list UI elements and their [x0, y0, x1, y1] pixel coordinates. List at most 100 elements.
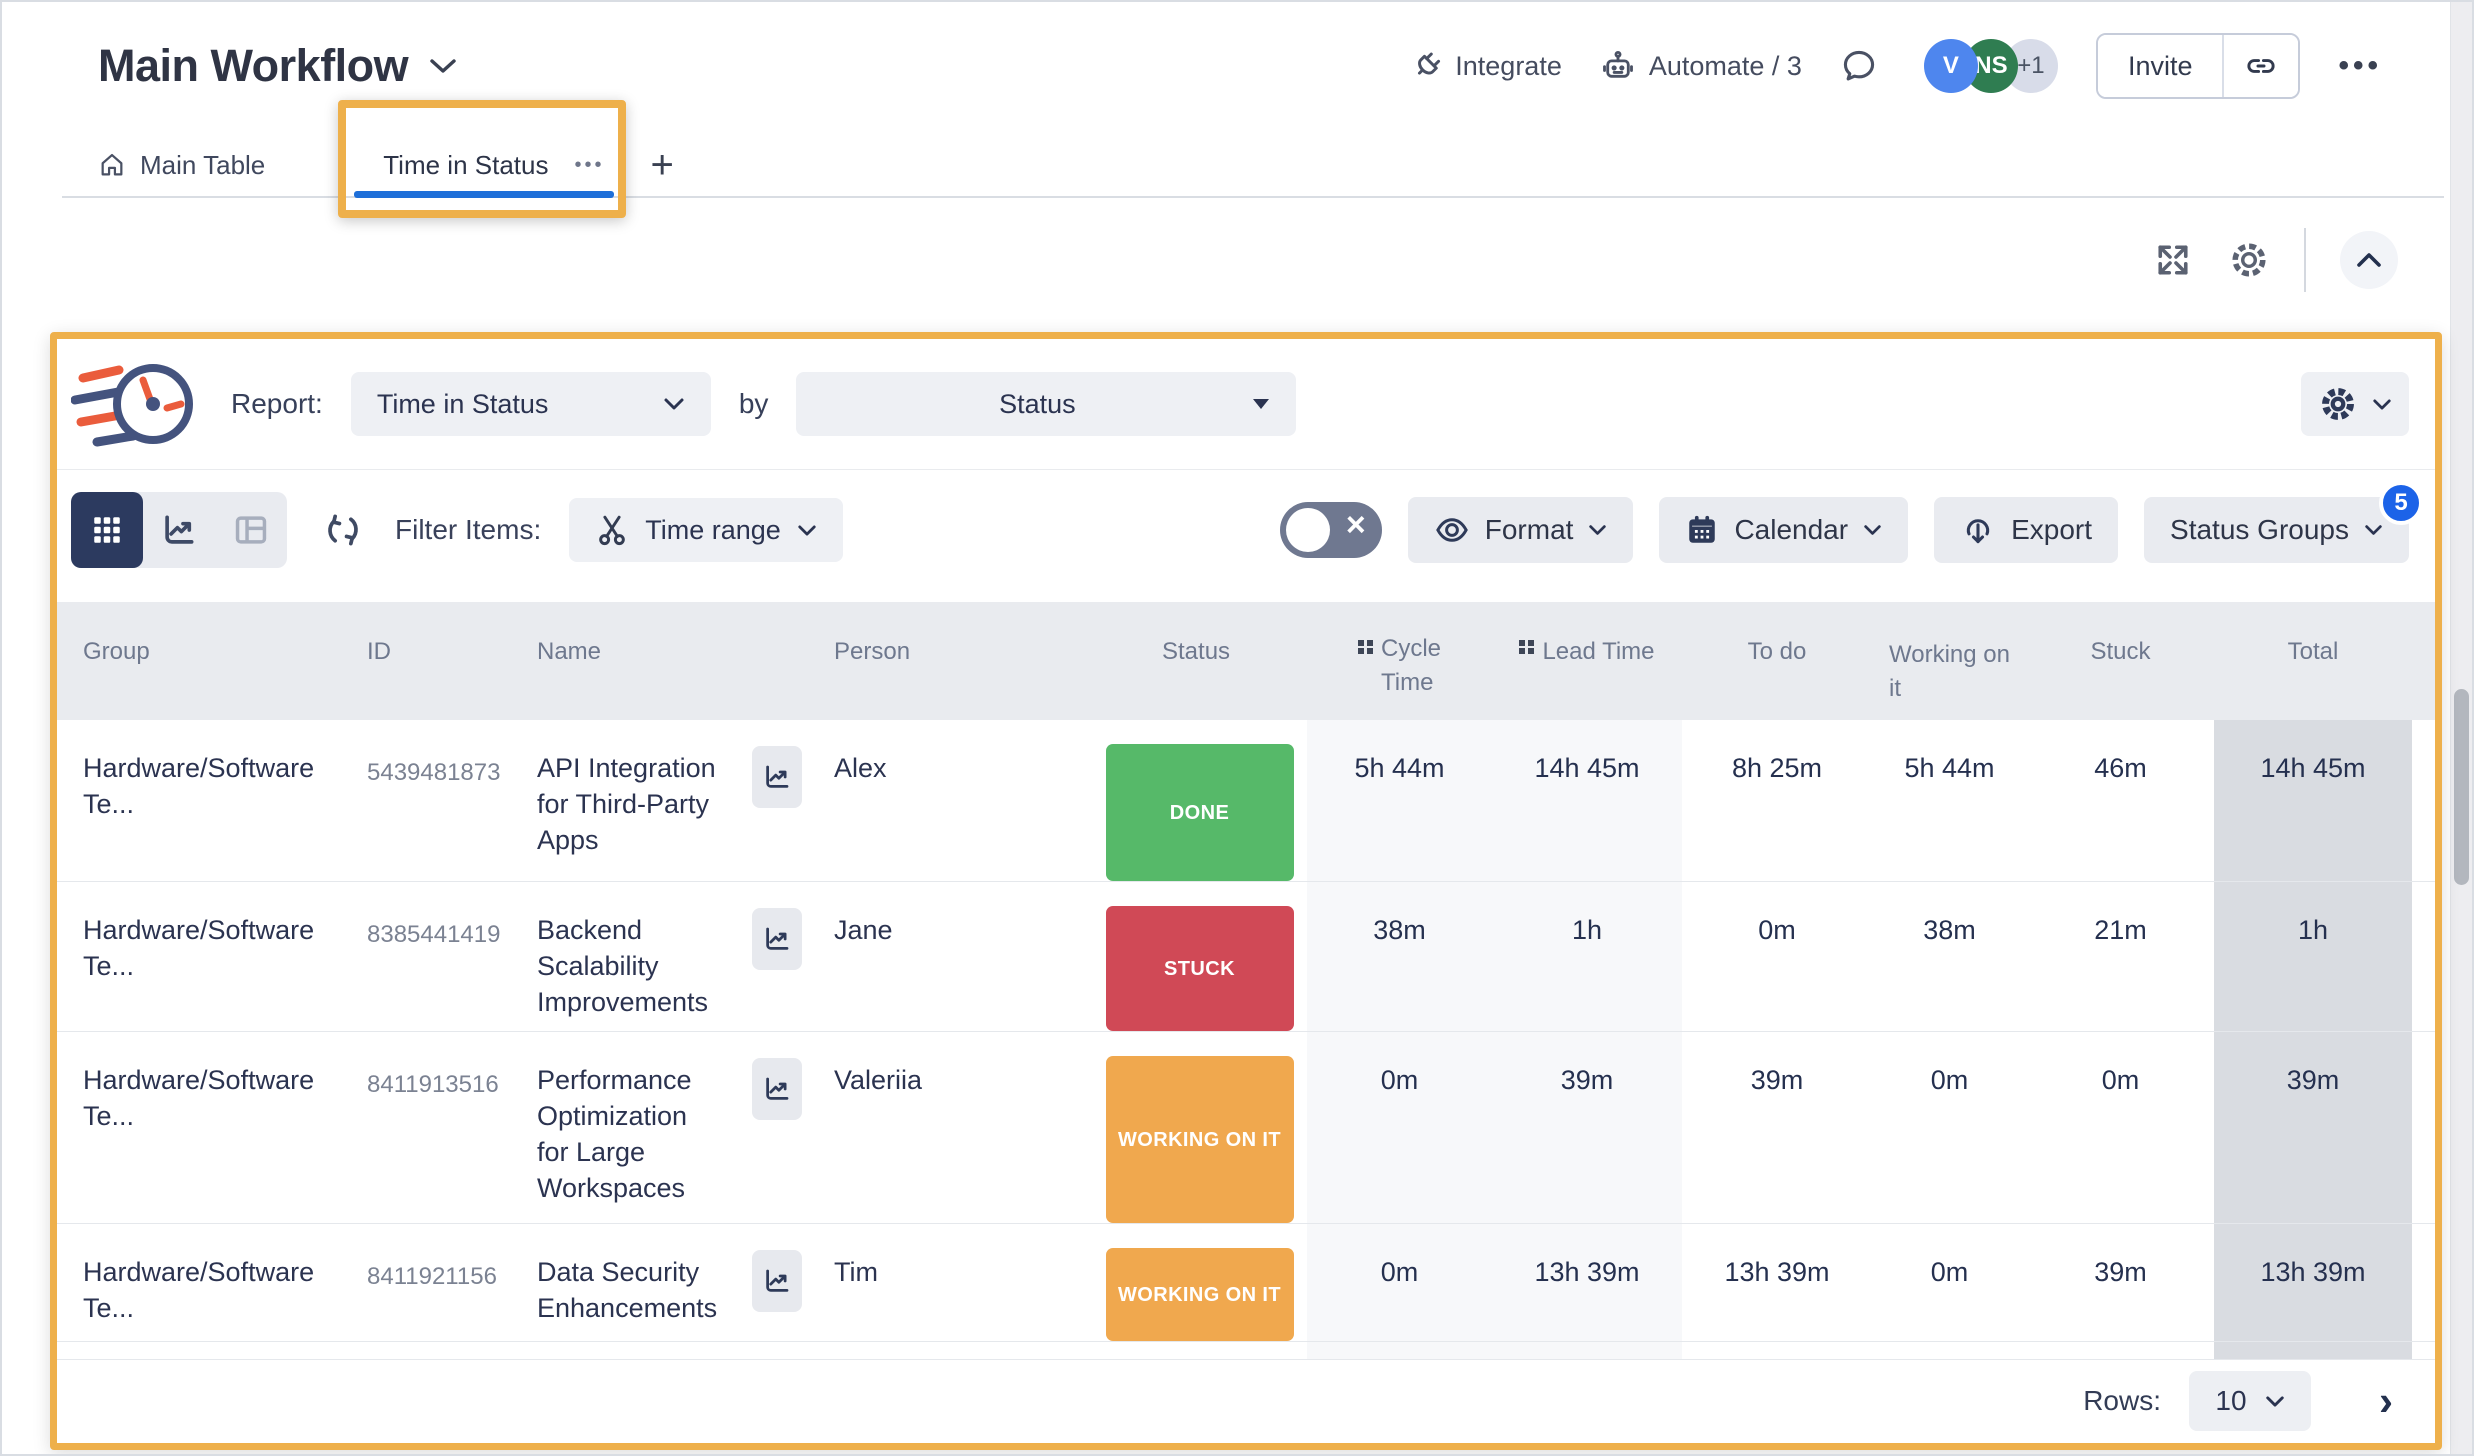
- rows-label: Rows:: [2083, 1385, 2161, 1417]
- col-header-lead-time[interactable]: Lead Time: [1492, 602, 1682, 720]
- grid-view-button[interactable]: [71, 492, 143, 568]
- col-header-person[interactable]: Person: [822, 602, 1092, 720]
- col-header-id[interactable]: ID: [357, 602, 522, 720]
- column-grid-icon: [1358, 640, 1373, 720]
- empty-row: [57, 1342, 2435, 1360]
- next-page-button[interactable]: ›: [2379, 1380, 2393, 1422]
- time-range-filter[interactable]: Time range: [569, 498, 843, 562]
- cell-total: 39m: [2214, 1032, 2412, 1223]
- cell-working: 5h 44m: [1872, 720, 2027, 881]
- calendar-button[interactable]: Calendar: [1659, 497, 1908, 563]
- col-header-todo[interactable]: To do: [1682, 602, 1872, 720]
- integrate-label: Integrate: [1455, 51, 1562, 82]
- cell-total: 14h 45m: [2214, 720, 2412, 881]
- open-item-chart-button[interactable]: [752, 908, 802, 970]
- page-scrollbar-thumb[interactable]: [2454, 689, 2469, 885]
- avatar: V: [1924, 39, 1978, 93]
- col-header-name[interactable]: Name: [522, 602, 752, 720]
- table-header-row: Group ID Name Person Status CycleTime Le…: [57, 602, 2435, 720]
- eye-icon: [1434, 512, 1470, 548]
- integrate-plug-icon: [1406, 48, 1442, 84]
- widget-settings-button[interactable]: [2301, 372, 2409, 436]
- avatar-stack[interactable]: V NS +1: [1924, 39, 2058, 93]
- open-item-chart-button[interactable]: [752, 1058, 802, 1120]
- add-tab-button[interactable]: +: [651, 143, 674, 188]
- controls-divider: [2304, 228, 2306, 292]
- cell-name: Backend Scalability Improvements: [522, 882, 752, 1031]
- column-grid-icon: [1519, 640, 1534, 720]
- tab-time-in-status[interactable]: Time in Status: [383, 150, 548, 181]
- col-header-total[interactable]: Total: [2214, 602, 2412, 720]
- more-options-button[interactable]: •••: [2338, 49, 2382, 83]
- cell-person: Tim: [822, 1224, 1092, 1341]
- status-badge[interactable]: STUCK: [1106, 906, 1294, 1031]
- chart-view-button[interactable]: [143, 492, 215, 568]
- collapse-widget-button[interactable]: [2340, 231, 2398, 289]
- format-button[interactable]: Format: [1408, 497, 1634, 563]
- app-header: Main Workflow Integrate Automate / 3: [98, 30, 2382, 102]
- tab-main-table-label: Main Table: [140, 150, 265, 181]
- report-type-select[interactable]: Time in Status: [351, 372, 711, 436]
- tab-options-button[interactable]: •••: [574, 154, 604, 177]
- cell-lead-time: 1h: [1492, 882, 1682, 1031]
- toggle-switch[interactable]: ×: [1280, 502, 1382, 558]
- col-header-group[interactable]: Group: [57, 602, 357, 720]
- toolbar-right-group: × Format Calendar: [1280, 497, 2409, 563]
- status-groups-button[interactable]: Status Groups 5: [2144, 497, 2409, 563]
- copy-link-button[interactable]: [2222, 35, 2298, 97]
- table-row[interactable]: Hardware/Software Te... 8411913516 Perfo…: [57, 1032, 2435, 1224]
- chevron-down-icon: [1588, 524, 1607, 536]
- cell-id: 8411913516: [357, 1032, 522, 1223]
- chevron-down-icon: [1863, 524, 1882, 536]
- table-row[interactable]: Hardware/Software Te... 5439481873 API I…: [57, 720, 2435, 882]
- cell-person: Valeriia: [822, 1032, 1092, 1223]
- export-button[interactable]: Export: [1934, 497, 2118, 563]
- export-icon: [1960, 512, 1996, 548]
- tab-main-table[interactable]: Main Table: [98, 150, 265, 181]
- robot-icon: [1600, 48, 1636, 84]
- page-scrollbar[interactable]: [2450, 2, 2472, 1454]
- cell-total: 13h 39m: [2214, 1224, 2412, 1341]
- cell-id: 5439481873: [357, 720, 522, 881]
- status-badge[interactable]: DONE: [1106, 744, 1294, 881]
- cell-stuck: 39m: [2027, 1224, 2214, 1341]
- active-tab-underline: [354, 191, 614, 198]
- rows-per-page-select[interactable]: 10: [2189, 1371, 2311, 1431]
- col-header-working[interactable]: Working onit: [1872, 602, 2027, 720]
- cell-lead-time: 13h 39m: [1492, 1224, 1682, 1341]
- col-header-stuck[interactable]: Stuck: [2027, 602, 2214, 720]
- chart-icon: [762, 762, 792, 792]
- col-header-status[interactable]: Status: [1092, 602, 1307, 720]
- header-actions: Integrate Automate / 3 V NS +1 Invite: [1406, 33, 2382, 99]
- status-badge[interactable]: WORKING ON IT: [1106, 1248, 1294, 1341]
- page-title: Main Workflow: [98, 40, 408, 92]
- table-row[interactable]: Hardware/Software Te... 8385441419 Backe…: [57, 882, 2435, 1032]
- open-item-chart-button[interactable]: [752, 1250, 802, 1312]
- refresh-button[interactable]: [323, 510, 363, 550]
- filter-items-label: Filter Items:: [395, 514, 541, 546]
- table-row[interactable]: Hardware/Software Te... 8411921156 Data …: [57, 1224, 2435, 1342]
- cell-working: 0m: [1872, 1032, 2027, 1223]
- cell-cycle-time: 0m: [1307, 1032, 1492, 1223]
- integrate-button[interactable]: Integrate: [1406, 48, 1562, 84]
- expand-fullscreen-icon[interactable]: [2152, 239, 2194, 281]
- col-header-cycle-time[interactable]: CycleTime: [1307, 602, 1492, 720]
- automate-button[interactable]: Automate / 3: [1600, 48, 1802, 84]
- gear-icon: [2318, 384, 2358, 424]
- status-badge[interactable]: WORKING ON IT: [1106, 1056, 1294, 1223]
- board-title-menu[interactable]: Main Workflow: [98, 40, 458, 92]
- chat-bubble-icon: [1840, 47, 1878, 85]
- calendar-icon: [1685, 513, 1719, 547]
- cell-person: Alex: [822, 720, 1092, 881]
- scissors-icon: [595, 513, 629, 547]
- chevron-down-icon: [428, 57, 458, 75]
- open-item-chart-button[interactable]: [752, 746, 802, 808]
- gear-icon[interactable]: [2228, 239, 2270, 281]
- cell-name: Data Security Enhancements: [522, 1224, 752, 1341]
- invite-button[interactable]: Invite: [2098, 35, 2223, 97]
- cell-name: API Integration for Third-Party Apps: [522, 720, 752, 881]
- calendar-label: Calendar: [1734, 514, 1848, 546]
- group-by-select[interactable]: Status: [796, 372, 1296, 436]
- chat-button[interactable]: [1840, 47, 1878, 85]
- layout-view-button[interactable]: [215, 492, 287, 568]
